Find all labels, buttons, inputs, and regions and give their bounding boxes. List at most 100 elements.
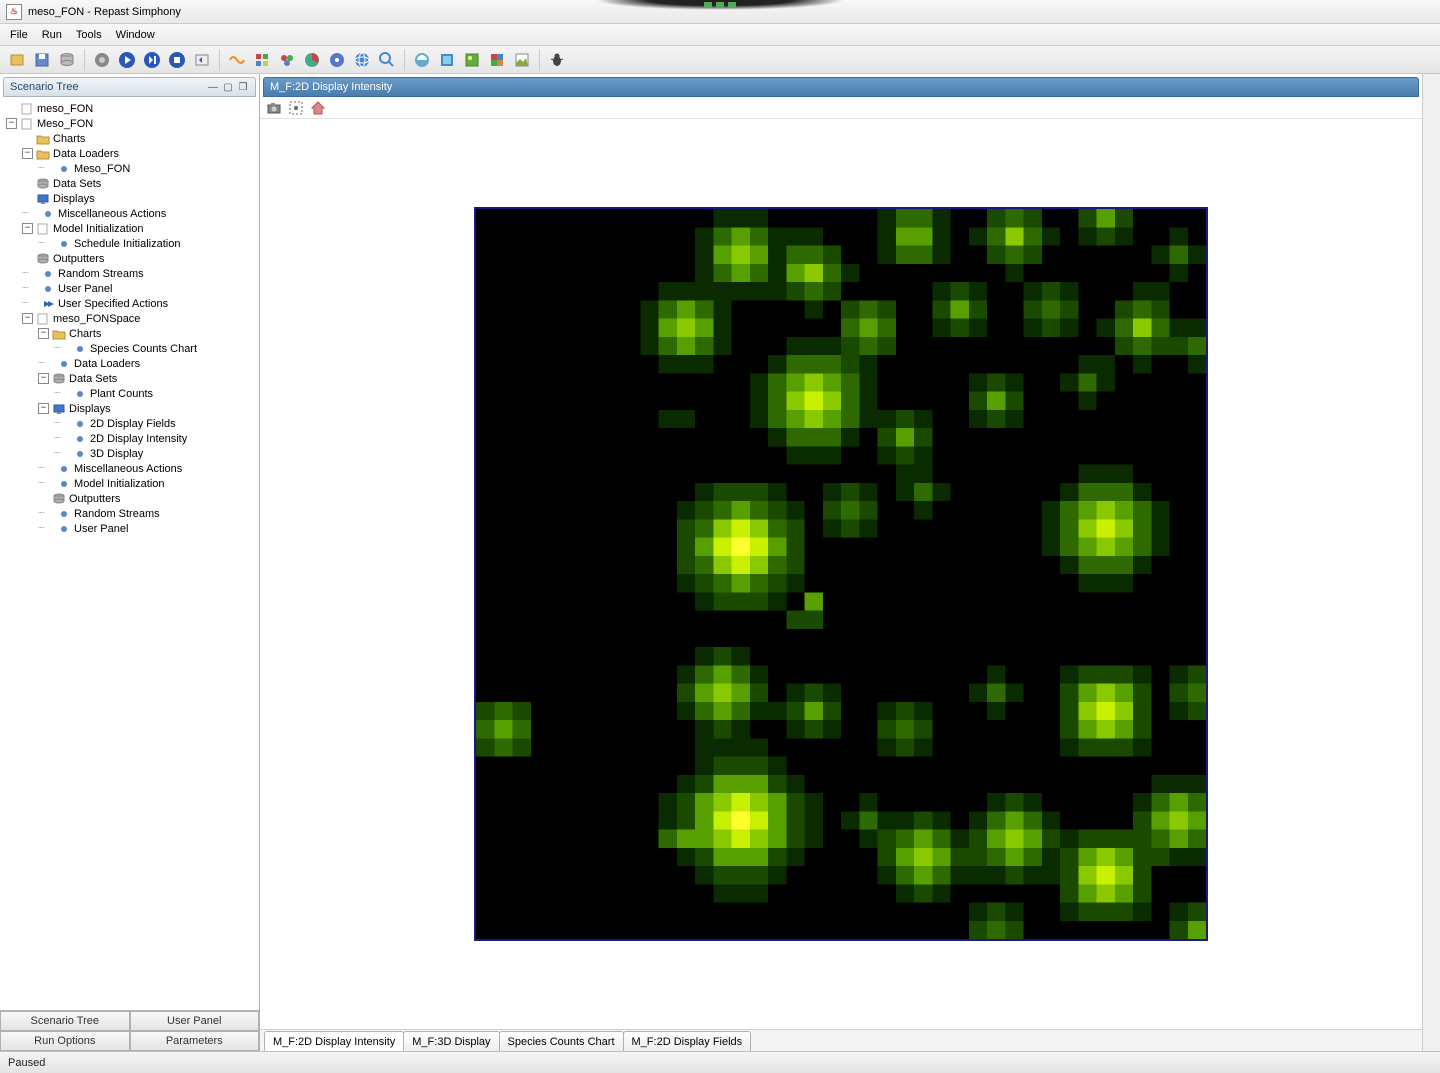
tree-node[interactable]: ┈Data Loaders [2, 356, 257, 371]
layers1-icon[interactable] [411, 49, 433, 71]
dot-icon [57, 358, 71, 370]
image3-icon[interactable] [511, 49, 533, 71]
tree-node[interactable]: ┈User Specified Actions [2, 296, 257, 311]
tree-label: Meso_FON [74, 163, 130, 175]
tree-node[interactable]: ┈Miscellaneous Actions [2, 461, 257, 476]
dot-icon [73, 343, 87, 355]
tree-node[interactable]: ┈Schedule Initialization [2, 236, 257, 251]
tree-label: Model Initialization [74, 478, 165, 490]
pane-tab-scenario-tree[interactable]: Scenario Tree [0, 1011, 130, 1031]
content-area: M_F:2D Display Intensity M_F:2D Display … [260, 74, 1422, 1051]
tree-node[interactable]: Displays [2, 191, 257, 206]
home-icon[interactable] [310, 100, 326, 116]
stop-icon[interactable] [166, 49, 188, 71]
camera-icon[interactable] [266, 100, 282, 116]
expander-icon[interactable]: − [22, 148, 33, 159]
tree-node[interactable]: Outputters [2, 251, 257, 266]
scenario-tree[interactable]: meso_FON−Meso_FONCharts−Data Loaders┈Mes… [0, 97, 259, 1010]
db-icon [36, 178, 50, 190]
display-tab[interactable]: M_F:2D Display Fields [623, 1031, 752, 1051]
tree-node[interactable]: −Displays [2, 401, 257, 416]
expander-icon[interactable]: − [22, 223, 33, 234]
save-icon[interactable] [31, 49, 53, 71]
tree-label: Miscellaneous Actions [58, 208, 166, 220]
agents-icon[interactable] [276, 49, 298, 71]
tree-node[interactable]: ┈Meso_FON [2, 161, 257, 176]
sidebar-tabs: Scenario TreeUser PanelRun OptionsParame… [0, 1010, 259, 1051]
tree-node[interactable]: ┈2D Display Fields [2, 416, 257, 431]
pane-tab-user-panel[interactable]: User Panel [130, 1011, 260, 1031]
tree-node[interactable]: ┈Species Counts Chart [2, 341, 257, 356]
pie-icon[interactable] [301, 49, 323, 71]
dot-icon [57, 238, 71, 250]
tree-node[interactable]: meso_FON [2, 101, 257, 116]
java-icon: ♨ [6, 4, 22, 20]
fit-icon[interactable] [288, 100, 304, 116]
tree-label: Outputters [69, 493, 120, 505]
globe-icon[interactable] [351, 49, 373, 71]
display-tab[interactable]: M_F:3D Display [403, 1031, 499, 1051]
menu-run[interactable]: Run [36, 27, 68, 43]
play-icon[interactable] [116, 49, 138, 71]
tree-label: Species Counts Chart [90, 343, 197, 355]
tree-label: Data Loaders [53, 148, 119, 160]
tree-node[interactable]: ┈User Panel [2, 281, 257, 296]
grid-icon[interactable] [251, 49, 273, 71]
tree-node[interactable]: ┈Plant Counts [2, 386, 257, 401]
tree-node[interactable]: ┈2D Display Intensity [2, 431, 257, 446]
tree-label: 3D Display [90, 448, 143, 460]
tree-node[interactable]: ┈3D Display [2, 446, 257, 461]
tree-node[interactable]: −Model Initialization [2, 221, 257, 236]
menubar: FileRunToolsWindow [0, 24, 1440, 46]
sidebar-title: Scenario Tree [10, 81, 78, 93]
expander-icon[interactable]: − [38, 328, 49, 339]
tree-node[interactable]: ┈Random Streams [2, 506, 257, 521]
step-icon[interactable] [141, 49, 163, 71]
wave-icon[interactable] [226, 49, 248, 71]
disk-icon[interactable] [326, 49, 348, 71]
maximize-icon[interactable]: ▢ [222, 81, 234, 93]
image1-icon[interactable] [461, 49, 483, 71]
db-icon[interactable] [56, 49, 78, 71]
expander-icon[interactable]: − [6, 118, 17, 129]
tree-node[interactable]: − Data Loaders [2, 146, 257, 161]
expander-icon[interactable]: − [22, 313, 33, 324]
restore-icon[interactable]: ❐ [237, 81, 249, 93]
expander-icon[interactable]: − [38, 403, 49, 414]
display-tab[interactable]: Species Counts Chart [499, 1031, 624, 1051]
pane-tab-run-options[interactable]: Run Options [0, 1031, 130, 1051]
init-icon[interactable] [91, 49, 113, 71]
tree-label: Random Streams [58, 268, 144, 280]
image2-icon[interactable] [486, 49, 508, 71]
tree-node[interactable]: Outputters [2, 491, 257, 506]
page-icon [36, 223, 50, 235]
tree-node[interactable]: ┈User Panel [2, 521, 257, 536]
zoom-icon[interactable] [376, 49, 398, 71]
page-icon [36, 313, 50, 325]
tree-node[interactable]: −Charts [2, 326, 257, 341]
menu-file[interactable]: File [4, 27, 34, 43]
reset-icon[interactable] [191, 49, 213, 71]
bug-icon[interactable] [546, 49, 568, 71]
display-viewport[interactable] [260, 119, 1422, 1029]
minimize-icon[interactable]: — [207, 81, 219, 93]
tree-node[interactable]: Charts [2, 131, 257, 146]
tree-node[interactable]: −Meso_FON [2, 116, 257, 131]
tree-node[interactable]: −Data Sets [2, 371, 257, 386]
tree-node[interactable]: ┈Random Streams [2, 266, 257, 281]
pane-tab-parameters[interactable]: Parameters [130, 1031, 260, 1051]
tree-node[interactable]: Data Sets [2, 176, 257, 191]
tree-node[interactable]: ┈Miscellaneous Actions [2, 206, 257, 221]
tree-node[interactable]: ┈Model Initialization [2, 476, 257, 491]
dot-icon [73, 418, 87, 430]
screen-icon [52, 403, 66, 415]
open-icon[interactable] [6, 49, 28, 71]
tree-node[interactable]: −meso_FONSpace [2, 311, 257, 326]
right-scrollbar[interactable] [1422, 74, 1440, 1051]
expander-icon[interactable]: − [38, 373, 49, 384]
menu-tools[interactable]: Tools [70, 27, 108, 43]
menu-window[interactable]: Window [110, 27, 161, 43]
display-tab[interactable]: M_F:2D Display Intensity [264, 1031, 404, 1051]
dot-icon [73, 448, 87, 460]
layers2-icon[interactable] [436, 49, 458, 71]
